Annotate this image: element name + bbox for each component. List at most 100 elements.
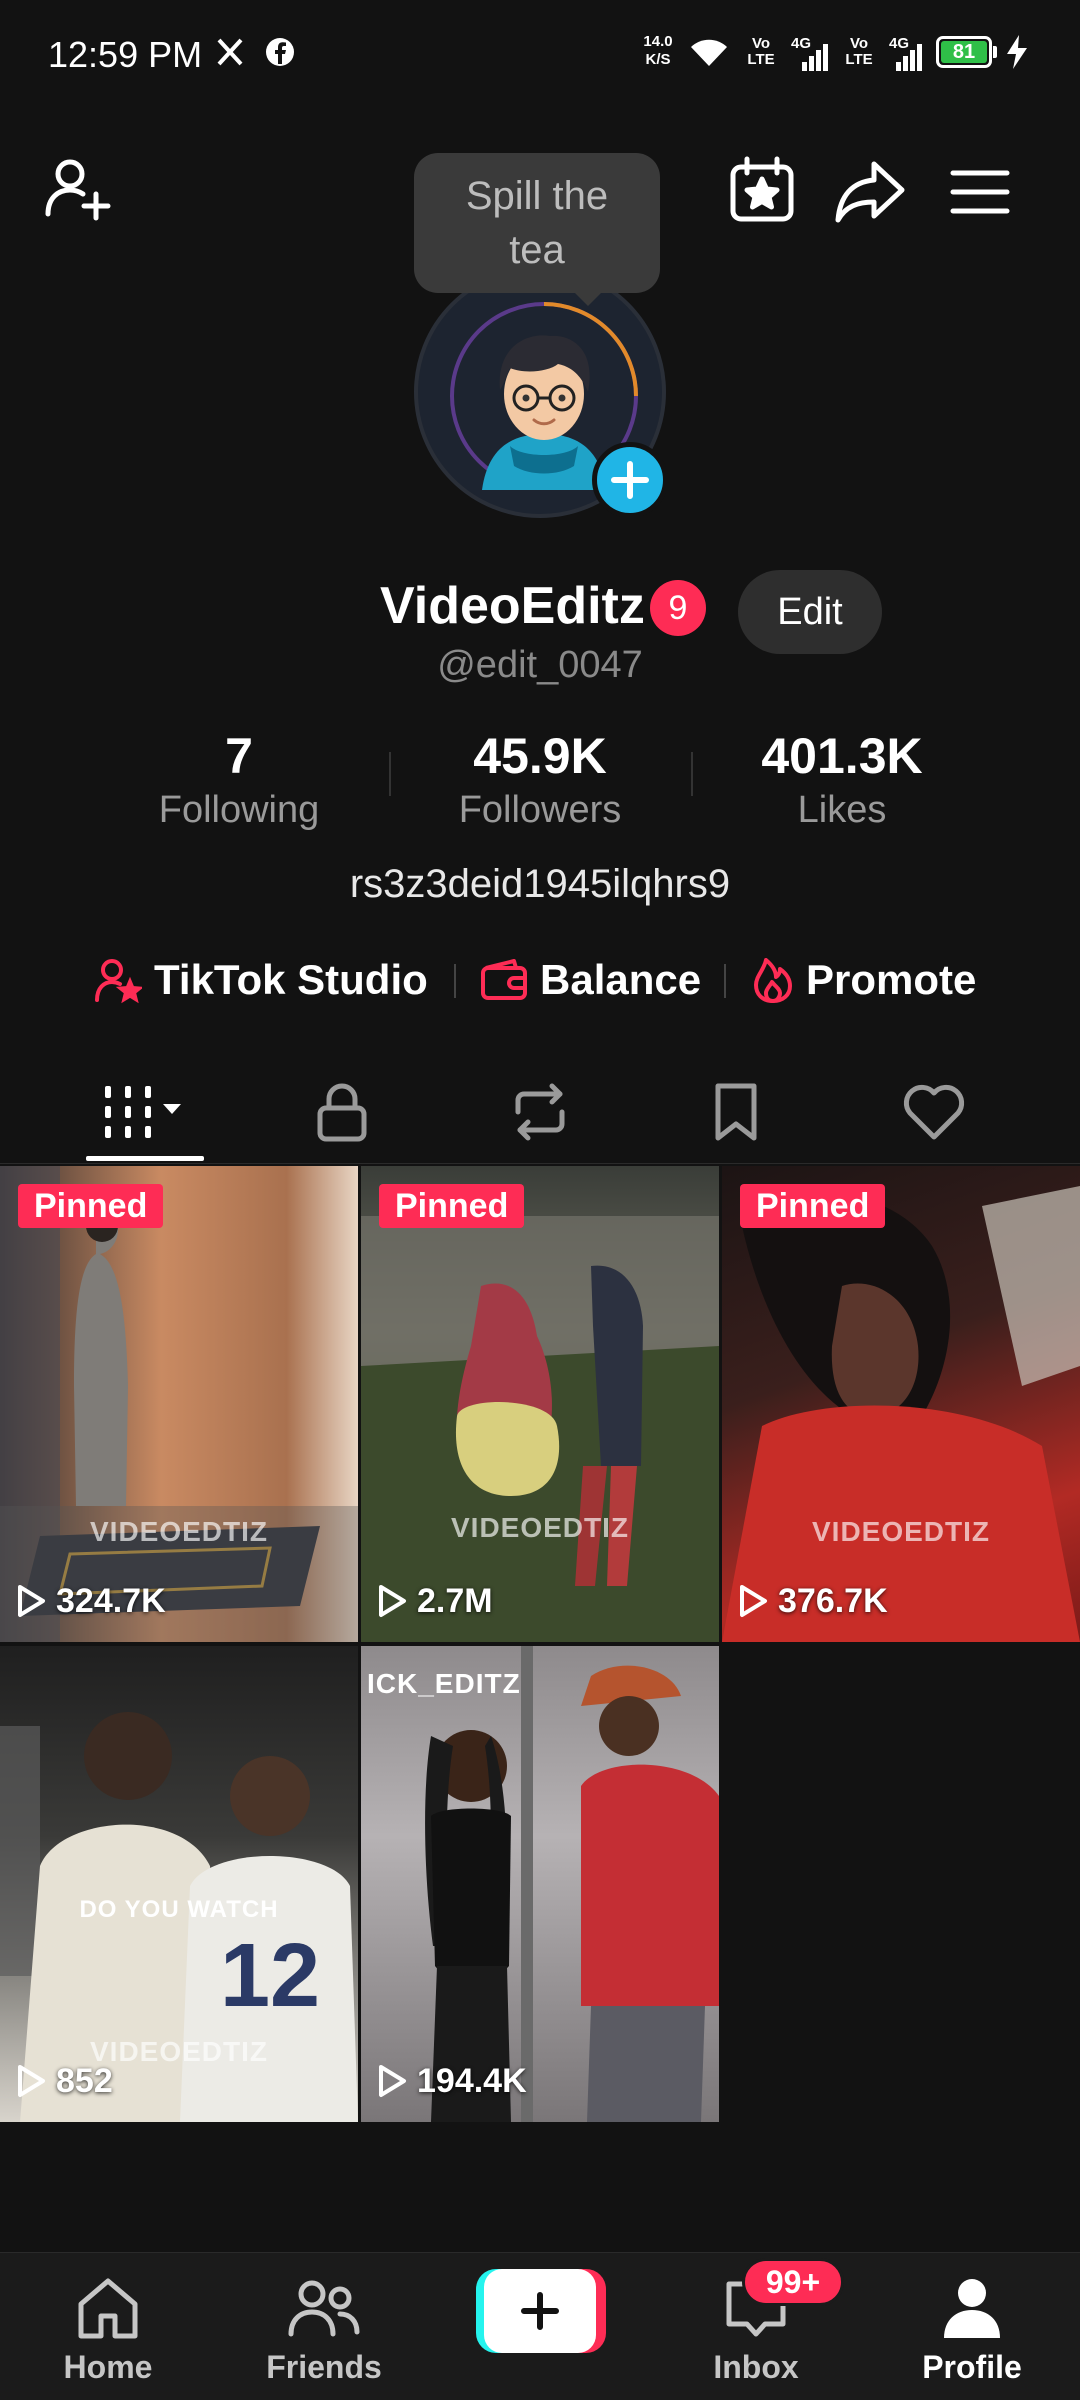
pinned-badge: Pinned (379, 1184, 525, 1228)
signal-icon-2 (894, 44, 924, 72)
followers-count: 45.9K (473, 728, 607, 784)
watermark: VIDEOEDTIZ (811, 1516, 990, 1547)
edit-profile-button[interactable]: Edit (738, 570, 882, 654)
view-count: 852 (16, 2058, 113, 2104)
tooltip-tail (572, 290, 604, 306)
video-tile[interactable]: 12 DO YOU WATCH VIDEOEDTIZ 852 (0, 1646, 358, 2122)
nav-home[interactable]: Home (0, 2253, 216, 2400)
add-friend-icon[interactable] (36, 146, 120, 230)
view-count: 324.7K (16, 1578, 166, 1624)
profile-tabs (0, 1060, 1080, 1164)
stat-followers[interactable]: 45.9K Followers (389, 726, 691, 834)
tiktok-studio-link[interactable]: TikTok Studio (94, 950, 428, 1010)
username-handle: @edit_0047 (437, 644, 643, 686)
followers-label: Followers (458, 789, 622, 831)
video-tile[interactable]: ICK_EDITZ 194.4K (361, 1646, 719, 2122)
add-avatar-button[interactable] (592, 442, 668, 518)
friends-icon (216, 2273, 432, 2343)
svg-text:12: 12 (220, 1926, 320, 2026)
nav-home-label: Home (63, 2349, 153, 2385)
stat-following[interactable]: 7 Following (88, 726, 390, 834)
view-count: 376.7K (738, 1578, 888, 1624)
pinned-badge: Pinned (740, 1184, 886, 1228)
link-separator (724, 964, 726, 998)
nav-inbox-label: Inbox (713, 2349, 799, 2385)
lock-icon (316, 1082, 368, 1142)
net-speed-value: 14.0 (643, 33, 673, 50)
promote-link[interactable]: Promote (752, 950, 976, 1010)
tab-reposts[interactable] (432, 1060, 648, 1164)
grid-icon (101, 1084, 191, 1140)
video-tile[interactable]: Pinned VIDEOEDTIZ 376.7K (722, 1166, 1080, 1642)
link-separator (454, 964, 456, 998)
nav-profile[interactable]: Profile (864, 2253, 1080, 2400)
spill-the-tea-tooltip[interactable]: Spill the tea (414, 153, 660, 293)
wifi-icon (688, 34, 730, 70)
home-icon (0, 2273, 216, 2343)
watermark: VIDEOEDTIZ (89, 1516, 268, 1547)
share-icon[interactable] (828, 150, 912, 234)
balance-link[interactable]: Balance (480, 950, 701, 1010)
promote-label: Promote (806, 956, 977, 1003)
battery-level: 81 (941, 41, 987, 63)
signal-icon (800, 44, 830, 72)
net-speed-unit: K/S (645, 51, 671, 68)
pinned-badge: Pinned (18, 1184, 164, 1228)
repost-icon (508, 1082, 572, 1142)
view-count-text: 2.7M (417, 1581, 493, 1620)
studio-icon (94, 956, 142, 1004)
tab-favorites[interactable] (628, 1060, 844, 1164)
watermark: ICK_EDITZ (367, 1668, 521, 1699)
bio-text[interactable]: rs3z3deid1945ilqhrs9 (0, 862, 1080, 907)
x-icon (212, 34, 248, 70)
menu-icon[interactable] (938, 150, 1022, 234)
tooltip-text: Spill the tea (465, 174, 609, 272)
status-bar: 12:59 PM 14.0 K/S Vo LTE 4G Vo LTE 4G 81 (0, 0, 1080, 110)
view-count: 194.4K (377, 2058, 527, 2104)
quick-links: TikTok Studio Balance Promote (0, 950, 1080, 1010)
notification-badge[interactable]: 9 (650, 580, 706, 636)
flame-icon (752, 956, 794, 1004)
video-tile[interactable]: Pinned VIDEOEDTIZ 324.7K (0, 1166, 358, 1642)
tab-private[interactable] (234, 1060, 450, 1164)
active-tab-indicator (86, 1156, 204, 1161)
view-count-text: 852 (56, 2061, 113, 2100)
nav-profile-label: Profile (922, 2349, 1022, 2385)
battery-icon: 81 (936, 36, 992, 68)
name-row: VideoEditz 9 Edit (0, 570, 1080, 654)
nav-friends[interactable]: Friends (216, 2253, 432, 2400)
stat-likes[interactable]: 401.3K Likes (691, 726, 993, 834)
view-count-text: 194.4K (417, 2061, 527, 2100)
tiktok-studio-label: TikTok Studio (154, 956, 428, 1003)
view-count-text: 324.7K (56, 1581, 166, 1620)
view-count: 2.7M (377, 1578, 493, 1624)
facebook-icon (262, 34, 298, 70)
inbox-badge: 99+ (742, 2258, 844, 2306)
caption-overlay: DO YOU WATCH (79, 1896, 279, 1923)
tab-videos[interactable] (38, 1060, 254, 1164)
battery-tip (993, 46, 997, 58)
bookmark-icon (712, 1082, 760, 1142)
view-count-text: 376.7K (778, 1581, 888, 1620)
following-count: 7 (225, 728, 253, 784)
volte-1-label: Vo LTE (747, 35, 775, 68)
calendar-star-icon[interactable] (720, 148, 804, 232)
balance-label: Balance (540, 956, 702, 1003)
following-label: Following (158, 789, 320, 831)
likes-label: Likes (797, 789, 887, 831)
status-time: 12:59 PM (48, 34, 203, 75)
plus-icon (484, 2269, 596, 2353)
watermark: VIDEOEDTIZ (450, 1512, 629, 1543)
likes-count: 401.3K (761, 728, 923, 784)
create-button[interactable] (476, 2269, 606, 2353)
video-tile[interactable]: Pinned VIDEOEDTIZ 2.7M (361, 1166, 719, 1642)
volte-2-label: Vo LTE (845, 35, 873, 68)
heart-icon (902, 1083, 966, 1141)
profile-icon (864, 2273, 1080, 2343)
wallet-icon (480, 958, 528, 1002)
nav-friends-label: Friends (266, 2349, 382, 2385)
charging-icon (1002, 34, 1032, 70)
display-name: VideoEditz (380, 577, 645, 635)
bottom-navigation: Home Friends Inbox Profile (0, 2252, 1080, 2400)
tab-liked[interactable] (826, 1060, 1042, 1164)
